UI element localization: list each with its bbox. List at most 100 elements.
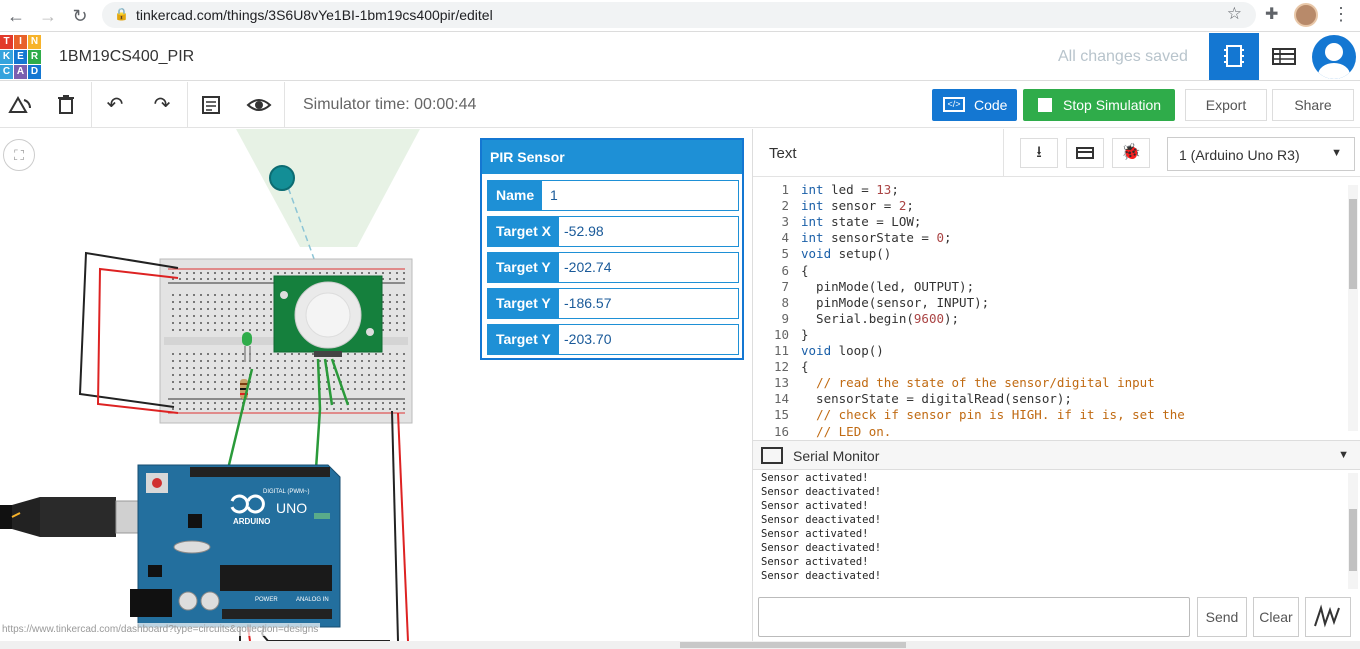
pir-header bbox=[314, 351, 342, 357]
bookmark-star-icon[interactable]: ☆ bbox=[1227, 4, 1242, 24]
editor-toolbar: ↶ ↷ Simulator time: 00:00:44 </> Code St… bbox=[0, 82, 1360, 128]
inspector-value-input[interactable]: -203.70 bbox=[564, 331, 611, 347]
line-number: 5 bbox=[781, 246, 789, 262]
inspector-row: Target Y -186.57 bbox=[487, 288, 739, 319]
debugger-bug-icon[interactable]: 🐞 bbox=[1112, 138, 1150, 168]
reload-icon[interactable]: ↻ bbox=[68, 4, 92, 28]
code-line[interactable]: pinMode(sensor, INPUT); bbox=[801, 295, 989, 310]
forward-icon[interactable]: → bbox=[36, 4, 60, 28]
inspector-value-input[interactable]: -186.57 bbox=[564, 295, 611, 311]
component-list-button[interactable] bbox=[1259, 33, 1309, 80]
horizontal-scrollbar[interactable] bbox=[0, 641, 1360, 649]
inspector-key: Target Y bbox=[488, 289, 559, 318]
browser-chrome: ← → ↻ 🔒 tinkercad.com/things/3S6U8vYe1BI… bbox=[0, 0, 1360, 32]
address-bar[interactable]: 🔒 tinkercad.com/things/3S6U8vYe1BI-1bm19… bbox=[102, 2, 1256, 28]
export-button[interactable]: Export bbox=[1185, 89, 1267, 121]
code-line[interactable]: } bbox=[801, 327, 809, 342]
tinkercad-logo[interactable]: TIN KER CAD bbox=[0, 35, 41, 79]
toolbar-divider bbox=[284, 82, 285, 128]
serial-monitor-title: Serial Monitor bbox=[793, 448, 880, 464]
redo-icon[interactable]: ↷ bbox=[147, 90, 177, 120]
waveform-icon bbox=[1314, 604, 1340, 628]
line-number: 9 bbox=[781, 310, 789, 326]
code-button-label: Code bbox=[974, 97, 1008, 113]
inspector-value-input[interactable]: -52.98 bbox=[564, 223, 604, 239]
code-line[interactable]: pinMode(led, OUTPUT); bbox=[801, 279, 974, 294]
serial-line: Sensor deactivated! bbox=[761, 542, 882, 554]
logo-letter: K bbox=[0, 50, 13, 64]
rotate-icon[interactable] bbox=[4, 90, 34, 120]
code-line[interactable]: int sensor = 2; bbox=[801, 198, 914, 213]
download-code-icon[interactable]: ⭳ bbox=[1020, 138, 1058, 168]
chip bbox=[220, 565, 332, 591]
code-line[interactable]: { bbox=[801, 263, 809, 278]
serial-monitor-header[interactable]: Serial Monitor ▼ bbox=[753, 440, 1360, 470]
logo-letter: N bbox=[28, 35, 41, 49]
delete-icon[interactable] bbox=[51, 90, 81, 120]
inspector-value-input[interactable]: 1 bbox=[550, 187, 558, 203]
circuit-icon bbox=[1224, 45, 1244, 67]
line-number: 11 bbox=[773, 343, 789, 358]
code-panel: Text ⭳ 🐞 1 (Arduino Uno R3) ▼ 1 int led =… bbox=[752, 129, 1360, 641]
circuit-view-button[interactable] bbox=[1209, 33, 1259, 80]
graph-toggle-button[interactable] bbox=[1305, 597, 1351, 637]
line-number: 14 bbox=[773, 391, 789, 407]
code-scrollbar[interactable] bbox=[1348, 185, 1358, 431]
code-line[interactable]: int led = 13; bbox=[801, 182, 899, 197]
code-line[interactable]: // read the state of the sensor/digital … bbox=[801, 375, 1155, 390]
usb-cable bbox=[0, 505, 12, 529]
inspector-row: Target Y -203.70 bbox=[487, 324, 739, 355]
code-line[interactable]: void setup() bbox=[801, 246, 891, 261]
code-line[interactable]: sensorState = digitalRead(sensor); bbox=[801, 391, 1072, 406]
user-avatar[interactable] bbox=[1312, 35, 1356, 79]
inspector-value-input[interactable]: -202.74 bbox=[564, 259, 611, 275]
pir-pot bbox=[280, 291, 288, 299]
code-line[interactable]: void loop() bbox=[801, 343, 884, 358]
clear-button[interactable]: Clear bbox=[1253, 597, 1299, 637]
libraries-icon[interactable] bbox=[1066, 138, 1104, 168]
serial-monitor-icon bbox=[761, 447, 783, 464]
browser-menu-icon[interactable]: ⋮ bbox=[1332, 4, 1350, 25]
power-jack bbox=[130, 589, 172, 617]
serial-line: Sensor deactivated! bbox=[761, 486, 882, 498]
device-select[interactable]: 1 (Arduino Uno R3) ▼ bbox=[1167, 137, 1355, 171]
inspector-title: PIR Sensor bbox=[482, 140, 742, 174]
code-line[interactable]: // check if sensor pin is HIGH. if it is… bbox=[801, 407, 1185, 422]
status-bar-url: https://www.tinkercad.com/dashboard?type… bbox=[0, 623, 321, 636]
code-line[interactable]: Serial.begin(9600); bbox=[801, 311, 959, 326]
visibility-eye-icon[interactable] bbox=[244, 90, 274, 120]
chevron-down-icon[interactable]: ▼ bbox=[1338, 449, 1349, 461]
chevron-down-icon: ▼ bbox=[1331, 147, 1342, 159]
serial-scrollbar[interactable] bbox=[1348, 473, 1358, 589]
notes-icon[interactable] bbox=[196, 90, 226, 120]
code-line[interactable]: { bbox=[801, 359, 809, 374]
code-line[interactable]: int sensorState = 0; bbox=[801, 230, 952, 245]
undo-icon[interactable]: ↶ bbox=[100, 90, 130, 120]
inspector-key: Target X bbox=[488, 217, 559, 246]
line-number: 2 bbox=[781, 198, 789, 214]
send-button[interactable]: Send bbox=[1197, 597, 1247, 637]
stop-simulation-label: Stop Simulation bbox=[1063, 97, 1162, 113]
back-icon[interactable]: ← bbox=[4, 4, 28, 28]
extensions-icon[interactable]: ✚ bbox=[1265, 4, 1278, 24]
url-text: tinkercad.com/things/3S6U8vYe1BI-1bm19cs… bbox=[136, 7, 493, 23]
project-title[interactable]: 1BM19CS400_PIR bbox=[59, 48, 194, 66]
code-editor[interactable]: 1 int led = 13; 2 int sensor = 2; 3 int state… bbox=[753, 178, 1357, 440]
code-mode-selector[interactable]: Text bbox=[769, 145, 797, 162]
serial-line: Sensor activated! bbox=[761, 556, 869, 568]
share-button[interactable]: Share bbox=[1272, 89, 1354, 121]
code-line[interactable]: // LED on. bbox=[801, 424, 891, 439]
usb-plug bbox=[40, 497, 116, 537]
app-header: TIN KER CAD 1BM19CS400_PIR All changes sav… bbox=[0, 33, 1360, 81]
code-line[interactable]: int state = LOW; bbox=[801, 214, 921, 229]
arduino-model-label: UNO bbox=[276, 500, 307, 516]
code-button[interactable]: </> Code bbox=[932, 89, 1017, 121]
stop-simulation-button[interactable]: Stop Simulation bbox=[1023, 89, 1175, 121]
line-number: 15 bbox=[773, 407, 789, 423]
logo-letter: T bbox=[0, 35, 13, 49]
serial-line: Sensor deactivated! bbox=[761, 514, 882, 526]
browser-profile-avatar[interactable] bbox=[1294, 3, 1318, 27]
serial-input[interactable] bbox=[758, 597, 1190, 637]
table-list-icon bbox=[1272, 48, 1296, 65]
pir-detection-cone bbox=[236, 129, 420, 247]
